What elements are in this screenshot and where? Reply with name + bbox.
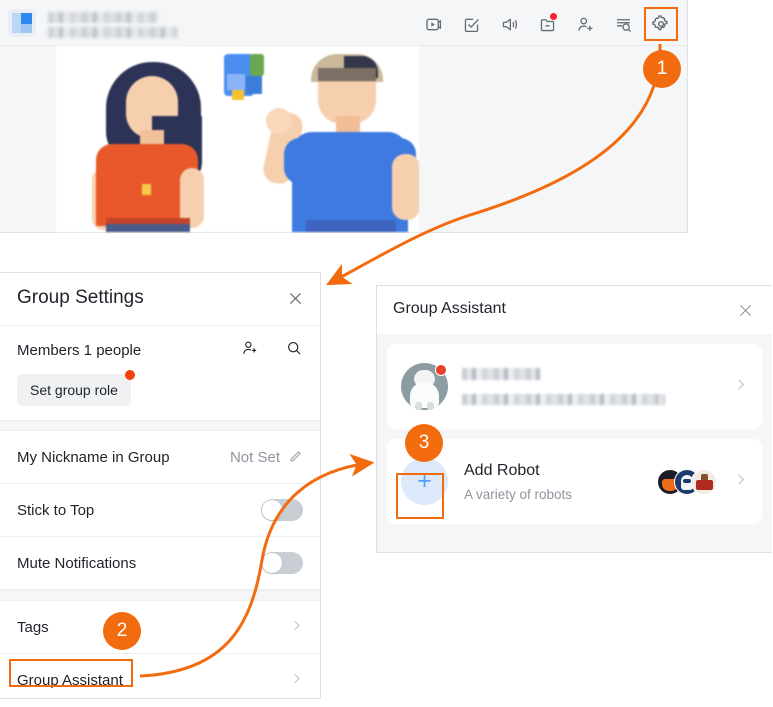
chat-title-masked: [48, 12, 158, 23]
bot-desc-masked: [462, 394, 665, 405]
mute-notifications-label: Mute Notifications: [17, 554, 137, 572]
add-member-icon[interactable]: [569, 8, 601, 40]
video-play-icon[interactable]: [417, 8, 449, 40]
group-settings-header: Group Settings: [0, 273, 320, 326]
step-badge-3: 3: [405, 424, 443, 462]
group-assistant-highlight-box: [9, 659, 133, 687]
stick-to-top-row[interactable]: Stick to Top: [0, 484, 320, 537]
search-history-icon[interactable]: [607, 8, 639, 40]
add-robot-highlight-box: [396, 473, 444, 519]
mute-notifications-toggle[interactable]: [261, 552, 303, 574]
section-divider: [0, 590, 320, 601]
task-checklist-icon[interactable]: [455, 8, 487, 40]
gear-icon-highlight-box: [644, 7, 678, 41]
add-robot-subtitle: A variety of robots: [464, 486, 573, 502]
shrine-robot-avatar: [691, 468, 717, 495]
members-label: Members 1 people: [17, 341, 142, 359]
group-avatar-icon[interactable]: [8, 9, 36, 37]
set-group-role-red-dot: [124, 370, 135, 380]
pencil-icon[interactable]: [287, 449, 303, 465]
stick-to-top-label: Stick to Top: [17, 501, 95, 519]
bot-entry-text: [462, 368, 733, 405]
chevron-right-icon: [733, 377, 748, 396]
chat-message-area: [0, 46, 687, 232]
set-group-role-row: Set group role: [0, 370, 320, 420]
stick-to-top-toggle[interactable]: [261, 499, 303, 521]
members-actions: [241, 339, 303, 361]
my-nickname-label: My Nickname in Group: [17, 448, 170, 466]
add-member-icon[interactable]: [241, 339, 259, 361]
chat-subtitle-masked: [48, 27, 178, 38]
add-robot-title: Add Robot: [464, 461, 540, 479]
folder-red-dot: [550, 13, 557, 20]
chat-header: [0, 0, 687, 46]
group-assistant-header: Group Assistant: [377, 286, 772, 335]
add-robot-text: Add Robot A variety of robots: [464, 462, 657, 502]
section-divider: [0, 420, 320, 431]
close-icon[interactable]: [734, 299, 756, 321]
chat-window: [0, 0, 688, 233]
page-title: Group Settings: [17, 287, 144, 308]
tags-label: Tags: [17, 618, 49, 636]
folder-minus-icon[interactable]: [531, 8, 563, 40]
step-badge-1: 1: [643, 50, 681, 88]
close-icon[interactable]: [284, 287, 306, 309]
mute-notifications-row[interactable]: Mute Notifications: [0, 537, 320, 590]
tags-row[interactable]: Tags: [0, 601, 320, 654]
members-row[interactable]: Members 1 people: [0, 326, 320, 374]
chevron-right-icon: [290, 672, 303, 689]
robot-avatar-stack: [657, 468, 727, 495]
bot-name-masked: [462, 368, 540, 380]
chevron-right-icon: [733, 472, 748, 491]
chevron-right-icon: [290, 619, 303, 636]
set-group-role-button[interactable]: Set group role: [17, 370, 135, 406]
announcement-speaker-icon[interactable]: [493, 8, 525, 40]
two-people-illustration: [56, 46, 419, 232]
set-group-role-label: Set group role: [30, 382, 118, 398]
step-badge-2: 2: [103, 612, 141, 650]
group-settings-panel: Group Settings Members 1 people Set grou…: [0, 272, 321, 699]
my-nickname-row[interactable]: My Nickname in Group Not Set: [0, 431, 320, 484]
my-nickname-value: Not Set: [229, 448, 280, 466]
bot-entry-row[interactable]: [387, 344, 762, 429]
robot-avatar-icon: [401, 363, 448, 410]
panel-title: Group Assistant: [393, 300, 506, 317]
chat-toolbar: [417, 8, 677, 40]
search-icon[interactable]: [285, 339, 303, 361]
